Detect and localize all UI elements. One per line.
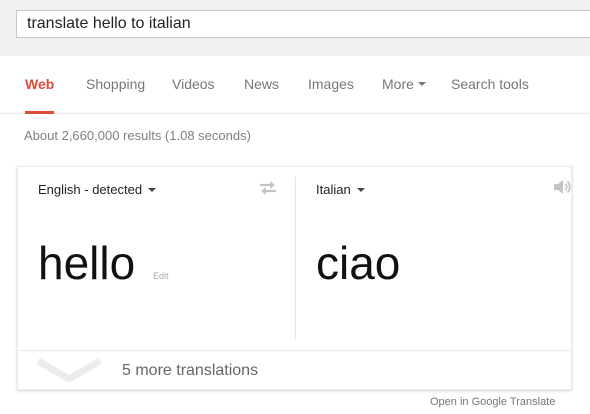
search-band (0, 0, 590, 56)
tab-web[interactable]: Web (25, 56, 55, 114)
more-translations-label: 5 more translations (122, 362, 259, 379)
tab-images[interactable]: Images (308, 56, 354, 114)
swap-languages-icon[interactable] (258, 180, 278, 196)
expand-chevron-icon (36, 357, 102, 383)
edit-link[interactable]: Edit (153, 271, 169, 281)
target-language-label: Italian (316, 182, 351, 197)
speaker-icon[interactable] (552, 178, 572, 196)
translated-text: ciao (316, 237, 401, 289)
more-translations-row[interactable]: 5 more translations (18, 350, 573, 390)
chevron-down-icon (417, 82, 426, 87)
translate-card: English - detected hello Edit Italian ci… (17, 166, 573, 390)
chevron-down-icon (148, 187, 157, 192)
tab-videos[interactable]: Videos (172, 56, 215, 114)
tab-news[interactable]: News (244, 56, 279, 114)
search-nav: Web Shopping Videos News Images More Sea… (0, 56, 590, 114)
chevron-down-icon (356, 187, 365, 192)
tab-images-label: Images (308, 76, 354, 92)
tab-shopping[interactable]: Shopping (86, 56, 145, 114)
open-in-translate-link[interactable]: Open in Google Translate (430, 396, 555, 408)
tab-more[interactable]: More (382, 56, 426, 114)
tab-videos-label: Videos (172, 76, 215, 92)
target-language-select[interactable]: Italian (316, 182, 365, 197)
tab-web-label: Web (25, 76, 55, 92)
tab-shopping-label: Shopping (86, 76, 146, 92)
source-panel: English - detected hello Edit (18, 167, 295, 350)
search-input[interactable] (16, 10, 590, 38)
tab-search-tools[interactable]: Search tools (451, 56, 529, 114)
source-language-label: English - detected (38, 182, 143, 197)
tab-more-label: More (382, 76, 414, 92)
tab-news-label: News (244, 76, 280, 92)
source-language-select[interactable]: English - detected (38, 182, 157, 197)
tab-search-tools-label: Search tools (451, 76, 529, 92)
source-text: hello (38, 237, 136, 289)
result-stats: About 2,660,000 results (1.08 seconds) (24, 128, 251, 143)
target-panel: Italian ciao (296, 167, 573, 350)
